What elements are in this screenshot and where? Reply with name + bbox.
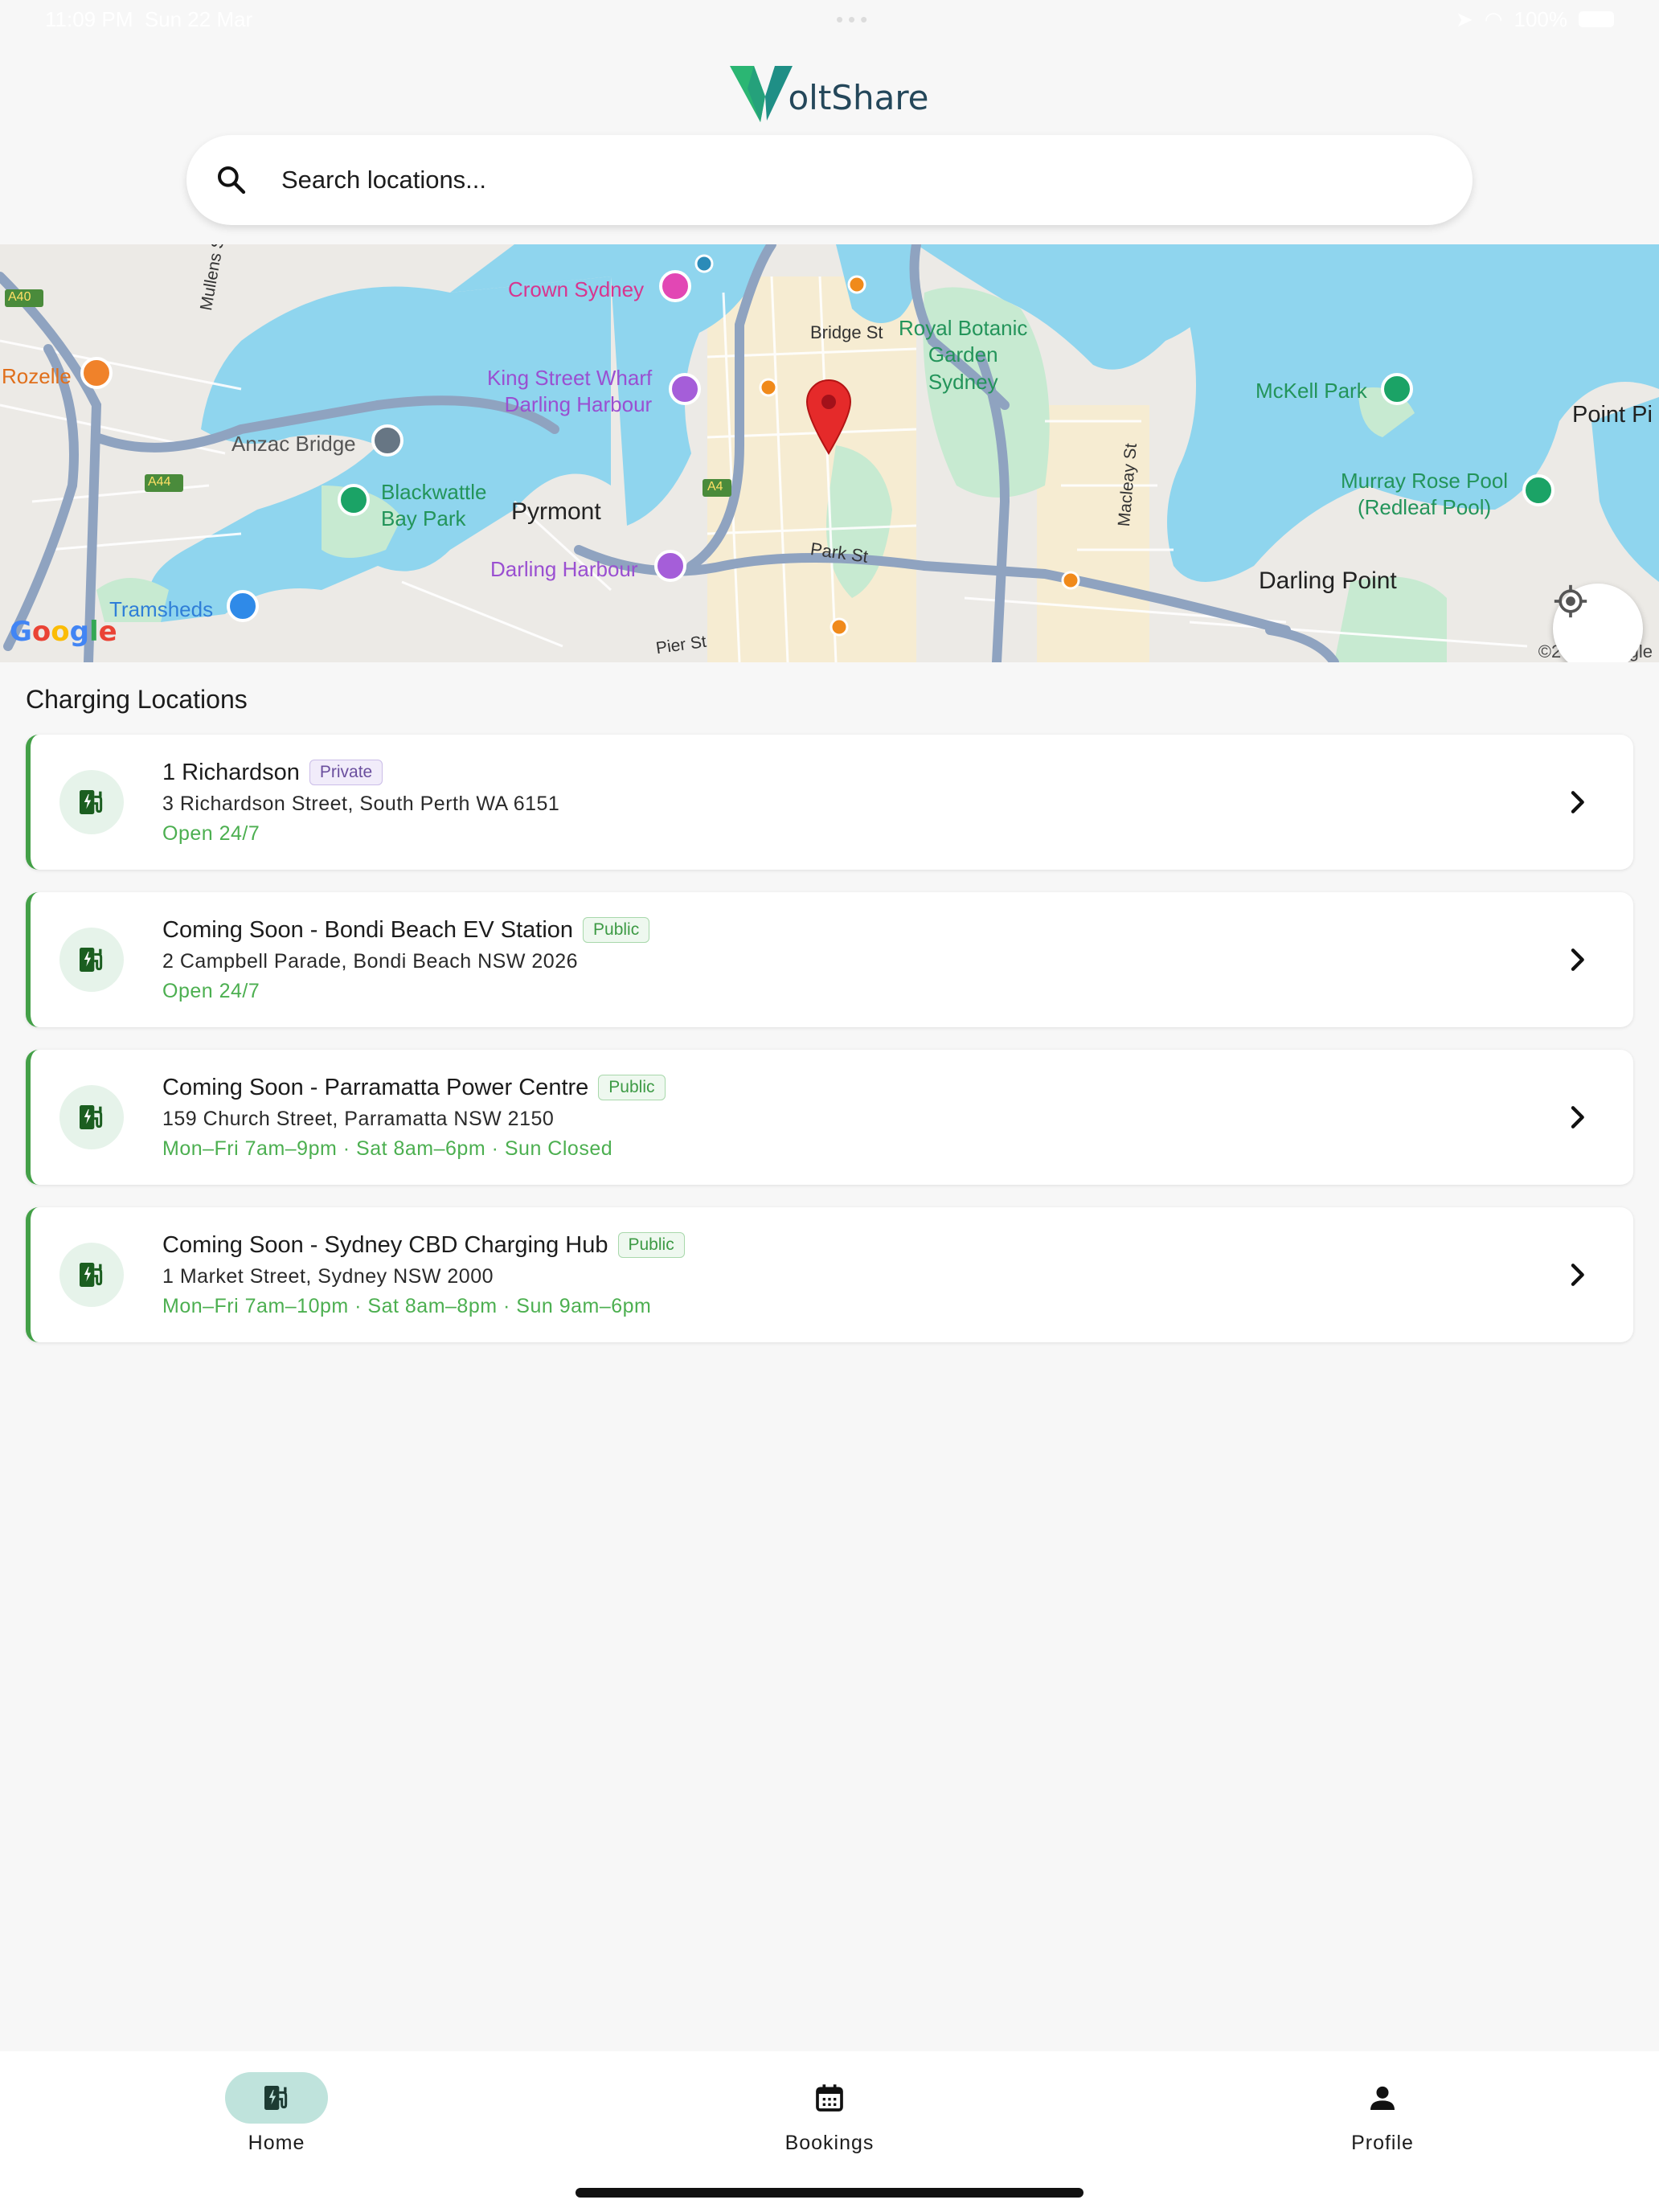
search-bar[interactable] bbox=[186, 135, 1473, 225]
location-hours: Open 24/7 bbox=[162, 979, 260, 1002]
battery-text: 100% bbox=[1514, 6, 1567, 31]
ev-station-icon bbox=[59, 1085, 124, 1149]
status-bar: 11:09 PM Sun 22 Mar ••• ➤ ◠ 100% bbox=[0, 0, 1659, 39]
location-arrow-icon: ➤ bbox=[1456, 6, 1473, 31]
section-title: Charging Locations bbox=[26, 685, 248, 714]
ev-station-icon bbox=[59, 1243, 124, 1307]
map-label-rozelle: Rozelle bbox=[2, 364, 72, 388]
map-label-king-street-wharf: King Street Wharf Darling Harbour bbox=[487, 366, 653, 417]
location-name: Coming Soon - Sydney CBD Charging Hub bbox=[162, 1231, 608, 1258]
map-label-darling-point: Darling Point bbox=[1259, 567, 1397, 594]
voltshare-v-icon bbox=[730, 66, 793, 122]
location-address: 159 Church Street, Parramatta NSW 2150 bbox=[162, 1107, 555, 1130]
location-hours: Mon–Fri 7am–9pm · Sat 8am–6pm · Sun Clos… bbox=[162, 1137, 613, 1160]
location-card[interactable]: 1 Richardson Private 3 Richardson Street… bbox=[26, 735, 1633, 870]
battery-icon bbox=[1578, 11, 1614, 27]
map-label-bridge-st: Bridge St bbox=[810, 322, 883, 342]
nav-home[interactable]: Home bbox=[172, 2072, 381, 2155]
nav-home-label: Home bbox=[248, 2132, 305, 2154]
map-label-mckell-park: McKell Park bbox=[1256, 379, 1367, 403]
location-card[interactable]: Coming Soon - Parramatta Power Centre Pu… bbox=[26, 1050, 1633, 1185]
nav-profile[interactable]: Profile bbox=[1278, 2072, 1487, 2155]
location-hours: Open 24/7 bbox=[162, 821, 260, 845]
search-input[interactable] bbox=[281, 166, 1407, 195]
location-address: 1 Market Street, Sydney NSW 2000 bbox=[162, 1264, 494, 1288]
map-label-anzac-bridge: Anzac Bridge bbox=[231, 432, 356, 456]
status-indicators: ➤ ◠ 100% bbox=[1456, 7, 1614, 32]
chevron-right-icon bbox=[1571, 1106, 1584, 1129]
nav-profile-label: Profile bbox=[1351, 2132, 1414, 2154]
map-label-royal-botanic-garden: Royal Botanic Garden Sydney bbox=[899, 316, 1028, 394]
road-shield-a44: A44 bbox=[148, 475, 171, 489]
nav-home-pill[interactable] bbox=[225, 2072, 328, 2124]
status-time: 11:09 PM Sun 22 Mar bbox=[45, 7, 252, 32]
map-label-crown-sydney: Crown Sydney bbox=[508, 277, 645, 301]
crosshair-icon bbox=[1554, 584, 1587, 618]
chevron-right-icon bbox=[1571, 1264, 1584, 1286]
chevron-right-icon bbox=[1571, 791, 1584, 813]
type-badge: Private bbox=[309, 760, 383, 785]
wifi-icon: ◠ bbox=[1484, 6, 1503, 31]
search-icon bbox=[218, 166, 246, 195]
location-list: 1 Richardson Private 3 Richardson Street… bbox=[26, 735, 1633, 1365]
map-label-point-piper: Point Pi bbox=[1572, 402, 1653, 428]
road-shield-a40: A40 bbox=[8, 290, 31, 304]
app-logo: oltShare bbox=[0, 63, 1659, 124]
location-name: Coming Soon - Parramatta Power Centre bbox=[162, 1074, 589, 1100]
google-logo: Google bbox=[10, 616, 117, 648]
nav-bookings-label: Bookings bbox=[784, 2132, 875, 2154]
chevron-right-icon bbox=[1571, 948, 1584, 971]
location-card[interactable]: Coming Soon - Bondi Beach EV Station Pub… bbox=[26, 892, 1633, 1027]
type-badge: Public bbox=[598, 1075, 666, 1100]
date-text: Sun 22 Mar bbox=[144, 6, 253, 31]
map-label-murray-rose-pool: Murray Rose Pool (Redleaf Pool) bbox=[1341, 469, 1509, 520]
nav-profile-pill[interactable] bbox=[1331, 2072, 1434, 2124]
map-label-blackwattle-bay-park: Blackwattle Bay Park bbox=[381, 480, 487, 531]
multitask-dots-icon[interactable]: ••• bbox=[836, 7, 872, 32]
location-address: 2 Campbell Parade, Bondi Beach NSW 2026 bbox=[162, 949, 579, 973]
calendar-icon bbox=[816, 2084, 843, 2112]
ev-station-icon bbox=[59, 928, 124, 992]
road-shield-a4: A4 bbox=[707, 480, 723, 494]
nav-bookings[interactable]: Bookings bbox=[725, 2072, 934, 2155]
logo-text: oltShare bbox=[788, 78, 929, 117]
location-card[interactable]: Coming Soon - Sydney CBD Charging Hub Pu… bbox=[26, 1207, 1633, 1342]
ev-station-icon bbox=[264, 2086, 288, 2110]
person-icon bbox=[1370, 2086, 1395, 2110]
location-name: Coming Soon - Bondi Beach EV Station bbox=[162, 916, 574, 943]
map-label-darling-harbour: Darling Harbour bbox=[490, 557, 638, 581]
time-text: 11:09 PM bbox=[45, 6, 133, 31]
type-badge: Public bbox=[583, 917, 650, 943]
map-view[interactable]: Crown Sydney Rozelle Mullens St King Str… bbox=[0, 244, 1659, 662]
type-badge: Public bbox=[617, 1232, 685, 1258]
home-indicator[interactable] bbox=[576, 2188, 1083, 2198]
location-name: 1 Richardson bbox=[162, 759, 300, 785]
nav-bookings-pill[interactable] bbox=[778, 2072, 881, 2124]
ev-station-icon bbox=[59, 770, 124, 834]
location-hours: Mon–Fri 7am–10pm · Sat 8am–8pm · Sun 9am… bbox=[162, 1294, 652, 1317]
map-label-pyrmont: Pyrmont bbox=[511, 498, 601, 525]
map-label-tramsheds: Tramsheds bbox=[109, 597, 214, 621]
location-address: 3 Richardson Street, South Perth WA 6151 bbox=[162, 792, 560, 815]
